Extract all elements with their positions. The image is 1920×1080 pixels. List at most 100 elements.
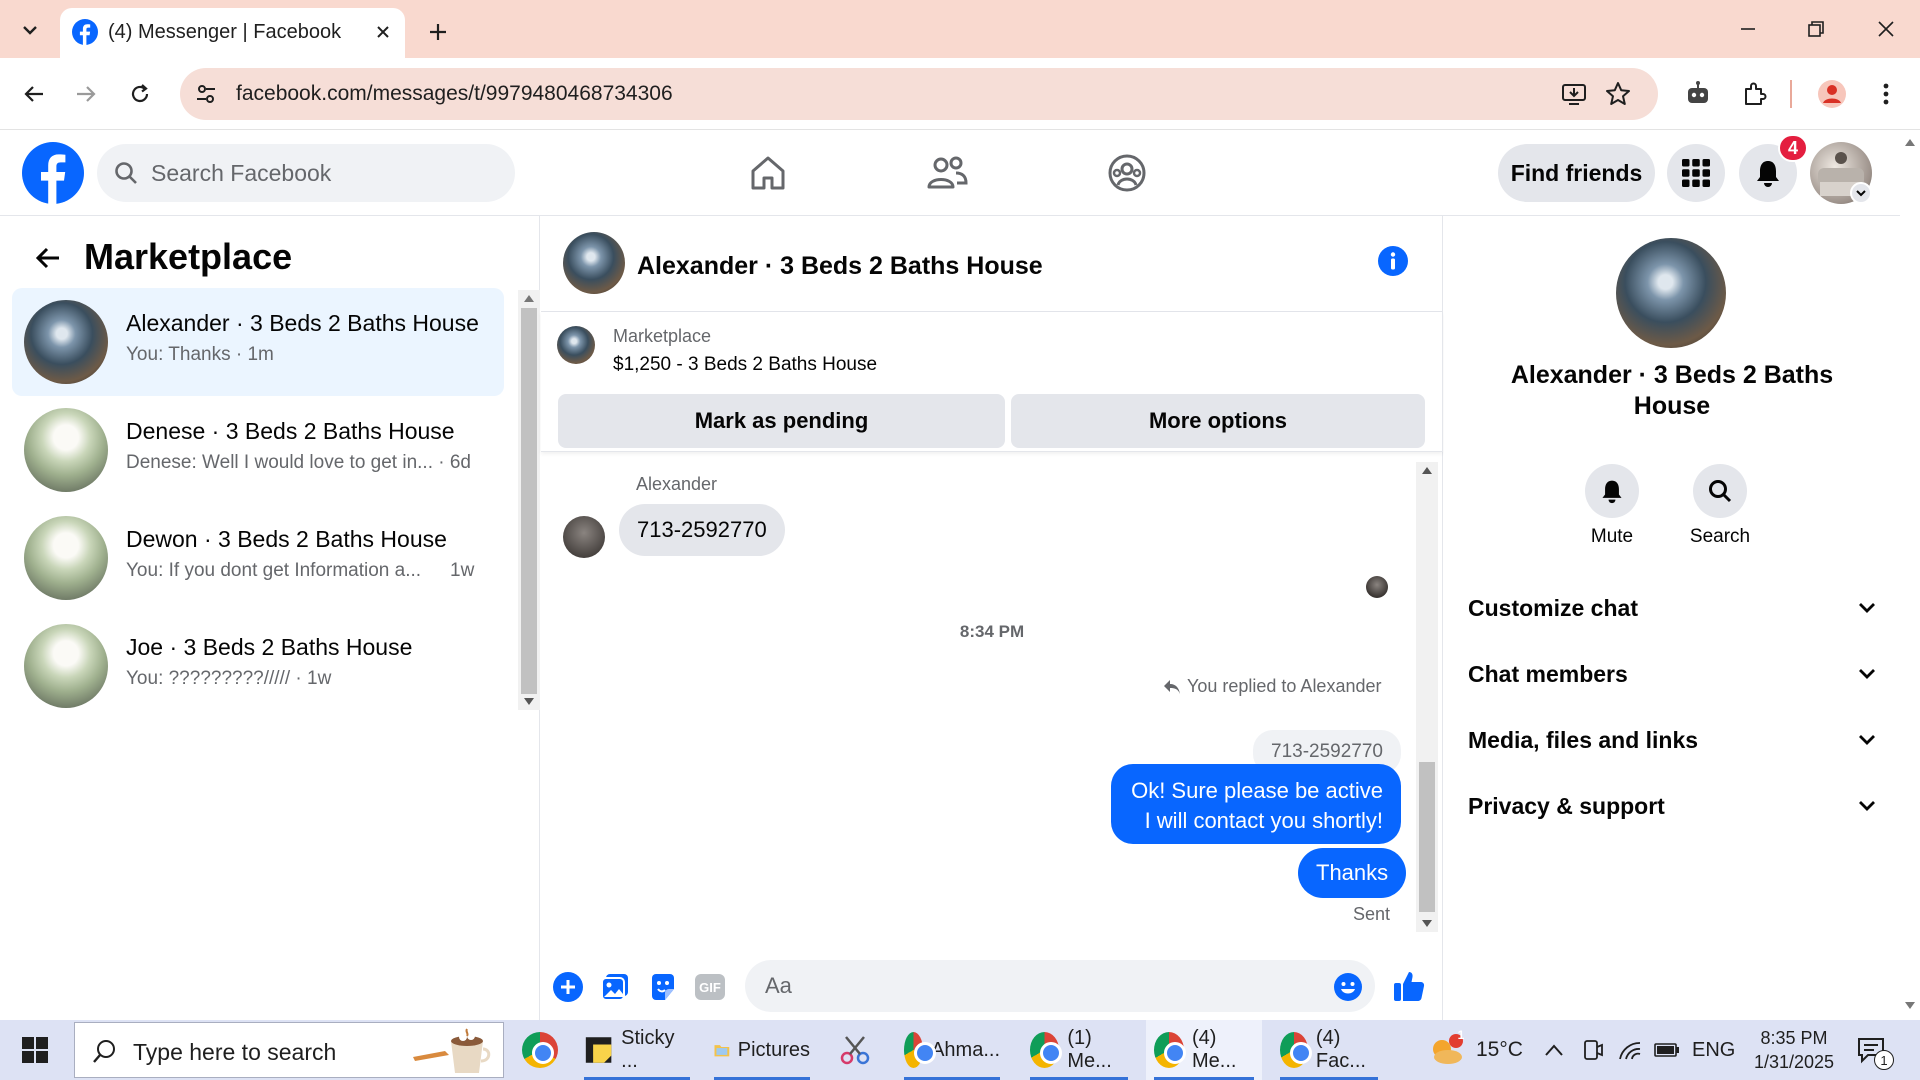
nav-groups[interactable] (1102, 148, 1152, 198)
bookmark-button[interactable] (1604, 80, 1632, 108)
taskbar-pictures[interactable]: Pictures (706, 1020, 818, 1080)
groups-icon (1108, 154, 1146, 192)
taskbar-app-label: (4) Fac... (1315, 1027, 1366, 1072)
menu-button[interactable] (1667, 144, 1725, 202)
new-tab-button[interactable] (420, 14, 456, 50)
find-friends-button[interactable]: Find friends (1498, 144, 1655, 202)
taskbar-chrome[interactable] (514, 1020, 566, 1080)
tab-search-button[interactable] (12, 12, 48, 48)
minimize-button[interactable] (1724, 10, 1772, 48)
meet-now-icon[interactable] (1582, 1020, 1604, 1080)
battery-icon[interactable] (1654, 1020, 1680, 1080)
puzzle-icon (1745, 82, 1767, 105)
network-icon[interactable] (1618, 1020, 1642, 1080)
page-scrollbar[interactable] (1900, 130, 1920, 1020)
privacy-support-section[interactable]: Privacy & support (1468, 778, 1876, 834)
message-scrollbar[interactable] (1416, 462, 1438, 932)
scrollbar-thumb[interactable] (521, 308, 537, 694)
conversation-item[interactable]: Joe · 3 Beds 2 Baths House You: ????????… (12, 612, 504, 720)
profile-button[interactable] (1812, 74, 1852, 114)
mark-as-pending-button[interactable]: Mark as pending (558, 394, 1005, 448)
tab-close-button[interactable] (370, 19, 396, 45)
attach-photo-button[interactable] (598, 970, 632, 1004)
browser-tab[interactable]: (4) Messenger | Facebook (60, 8, 405, 58)
extensions-button[interactable] (1734, 74, 1774, 114)
taskbar-search-box[interactable]: Type here to search (74, 1022, 504, 1078)
browser-menu-button[interactable] (1866, 74, 1906, 114)
start-button[interactable] (0, 1020, 70, 1080)
incoming-message-bubble[interactable]: 713-2592770 (619, 504, 785, 556)
nav-home[interactable] (743, 148, 793, 198)
nav-friends[interactable] (922, 148, 972, 198)
info-icon[interactable] (1378, 246, 1408, 276)
facebook-search-bar[interactable] (97, 144, 515, 202)
site-info-button[interactable] (192, 80, 220, 108)
input-language[interactable]: ENG (1692, 1020, 1735, 1080)
chat-panel: Alexander · 3 Beds 2 Baths House Marketp… (541, 216, 1443, 1020)
hot-cocoa-icon (413, 1028, 491, 1073)
like-button[interactable] (1389, 966, 1429, 1006)
chat-members-section[interactable]: Chat members (1468, 646, 1876, 702)
conversation-name: Alexander · 3 Beds 2 Baths House (126, 310, 479, 336)
gif-button[interactable]: GIF (693, 970, 727, 1004)
address-bar[interactable]: facebook.com/messages/t/9979480468734306 (180, 68, 1658, 120)
scrollbar-thumb[interactable] (1419, 762, 1435, 912)
sticker-button[interactable] (646, 970, 680, 1004)
taskbar-chrome-profile-1[interactable]: Ahma... (896, 1020, 1008, 1080)
temperature: 15°C (1476, 1038, 1523, 1061)
taskbar-chrome-profile-3[interactable]: (4) Me... (1146, 1020, 1262, 1080)
taskbar-snipping-tool[interactable] (830, 1020, 880, 1080)
outgoing-message-bubble[interactable]: Thanks (1298, 848, 1407, 898)
back-button[interactable] (30, 240, 66, 276)
action-center-button[interactable]: 1 (1856, 1020, 1894, 1080)
chat-avatar[interactable] (563, 232, 625, 294)
assistant-button[interactable] (1678, 74, 1718, 114)
back-button[interactable] (14, 74, 54, 114)
taskbar-clock[interactable]: 8:35 PM 1/31/2025 (1746, 1026, 1842, 1074)
conversation-item[interactable]: Alexander · 3 Beds 2 Baths House You: Th… (12, 288, 504, 396)
chat-title[interactable]: Alexander · 3 Beds 2 Baths House (637, 252, 1043, 281)
taskbar-app-label: (4) Me... (1191, 1027, 1237, 1072)
chat-info-panel: Alexander · 3 Beds 2 Baths House Mute Se… (1444, 216, 1900, 1020)
account-chevron[interactable] (1850, 182, 1872, 204)
close-icon (1878, 21, 1894, 37)
forward-button[interactable] (66, 74, 106, 114)
taskbar-chrome-profile-2[interactable]: (1) Me... (1022, 1020, 1136, 1080)
contact-avatar[interactable] (1616, 238, 1726, 348)
star-icon (1606, 82, 1630, 105)
search-label: Search (1689, 526, 1751, 547)
reload-button[interactable] (120, 74, 160, 114)
facebook-logo-icon[interactable] (22, 142, 84, 204)
more-actions-button[interactable] (551, 970, 585, 1004)
more-options-button[interactable]: More options (1011, 394, 1425, 448)
emoji-button[interactable] (1333, 972, 1363, 1002)
thumbs-up-icon (1394, 972, 1425, 1001)
conversation-item[interactable]: Denese · 3 Beds 2 Baths House Denese: We… (12, 396, 504, 504)
message-input-container[interactable] (745, 960, 1375, 1012)
message-input[interactable] (763, 968, 1283, 1004)
show-hidden-icons-button[interactable] (1544, 1020, 1564, 1080)
conversation-scrollbar[interactable] (518, 290, 540, 710)
taskbar-chrome-profile-4[interactable]: (4) Fac... (1272, 1020, 1386, 1080)
tune-icon (197, 85, 215, 103)
wifi-icon (1619, 1042, 1641, 1060)
photo-icon (601, 974, 628, 1001)
conversation-item[interactable]: Dewon · 3 Beds 2 Baths House You: If you… (12, 504, 504, 612)
conversation-avatar (24, 300, 108, 384)
outgoing-message-bubble[interactable]: Ok! Sure please be active I will contact… (1111, 764, 1401, 844)
mute-button[interactable]: Mute (1572, 464, 1652, 548)
search-in-conversation-button[interactable]: Search (1680, 464, 1760, 548)
restore-button[interactable] (1792, 10, 1840, 48)
device-icon (1584, 1040, 1603, 1060)
taskbar-sticky-notes[interactable]: Sticky ... (576, 1020, 698, 1080)
media-files-links-section[interactable]: Media, files and links (1468, 712, 1876, 768)
close-window-button[interactable] (1862, 10, 1910, 48)
sender-avatar[interactable] (563, 516, 605, 558)
listing-price[interactable]: $1,250 - 3 Beds 2 Baths House (613, 354, 877, 376)
facebook-search-input[interactable] (149, 154, 499, 192)
panel-title: Marketplace (84, 236, 293, 277)
customize-chat-section[interactable]: Customize chat (1468, 580, 1876, 636)
install-app-button[interactable] (1560, 80, 1588, 108)
weather-widget[interactable]: 1 15°C (1428, 1020, 1523, 1080)
listing-thumbnail[interactable] (557, 326, 595, 364)
